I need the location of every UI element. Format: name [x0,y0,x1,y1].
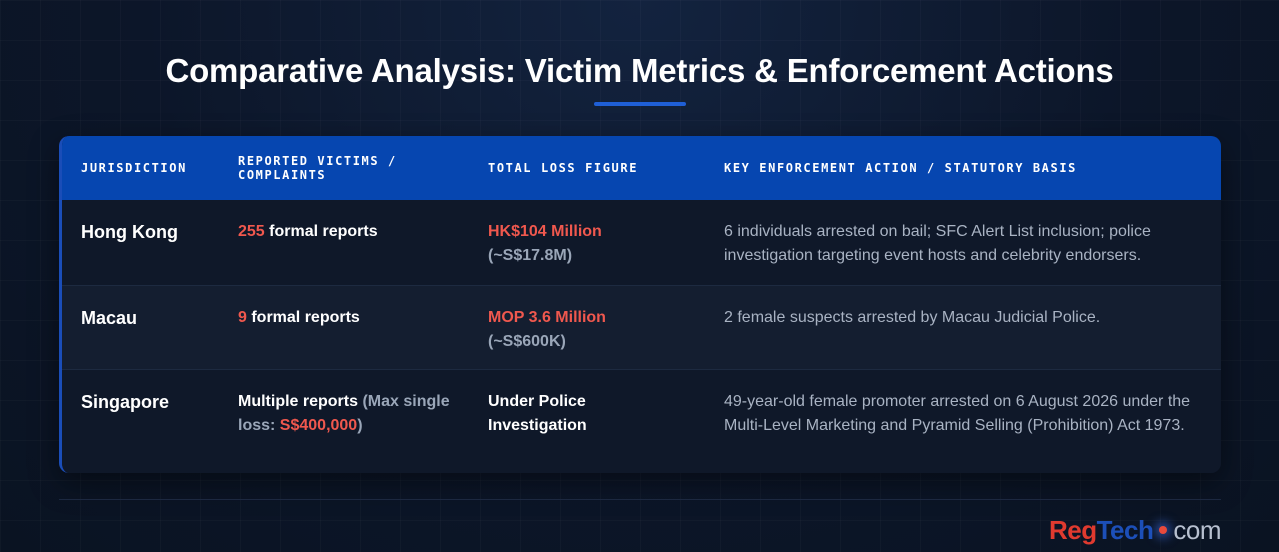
header-victims-line2: COMPLAINTS [238,168,327,182]
header-reported-victims: REPORTED VICTIMS / COMPLAINTS [238,154,468,182]
victims-cell: 9 formal reports [238,286,468,330]
victims-count: 255 [238,223,265,240]
header-total-loss: TOTAL LOSS FIGURE [488,161,639,175]
logo-com: com [1173,515,1221,545]
victims-note-close: ) [357,417,363,434]
regtech-logo: Reg Tech com [1048,515,1222,546]
loss-secondary: (~S$17.8M) [488,247,573,264]
table-row: Singapore Multiple reports (Max single l… [62,369,1221,473]
victims-text: formal reports [264,223,378,240]
loss-cell: MOP 3.6 Million (~S$600K) [488,286,688,354]
loss-cell: Under Police Investigation [488,393,587,434]
footer-divider [59,499,1221,500]
loss-primary: HK$104 Million [488,223,602,240]
action-cell: 6 individuals arrested on bail; SFC Aler… [724,223,1151,264]
action-cell: 49-year-old female promoter arrested on … [724,393,1191,434]
victims-cell: 255 formal reports [238,200,468,244]
title-underline [594,102,686,106]
loss-secondary: (~S$600K) [488,333,566,350]
victims-cell: Multiple reports (Max single loss: S$400… [238,370,468,438]
header-victims-line1: REPORTED VICTIMS / [238,154,397,168]
header-enforcement-action: KEY ENFORCEMENT ACTION / STATUTORY BASIS [724,161,1077,175]
comparison-table: JURISDICTION REPORTED VICTIMS / COMPLAIN… [59,136,1221,473]
page-title: Comparative Analysis: Victim Metrics & E… [165,52,1114,89]
action-cell: 2 female suspects arrested by Macau Judi… [724,309,1101,326]
victims-text: formal reports [246,309,360,326]
table-row: Hong Kong 255 formal reports HK$104 Mill… [62,200,1221,285]
victims-count: 9 [238,309,247,326]
jurisdiction-cell: Macau [81,308,138,328]
table-row: Macau 9 formal reports MOP 3.6 Million (… [62,285,1221,369]
logo-dot-icon [1159,525,1168,534]
logo-reg: Reg [1048,515,1097,545]
logo-tech: Tech [1096,515,1154,545]
jurisdiction-cell: Singapore [81,392,170,412]
loss-cell: HK$104 Million (~S$17.8M) [488,200,688,268]
victims-note-amount: S$400,000 [279,417,358,434]
victims-text: Multiple reports [238,393,359,410]
jurisdiction-cell: Hong Kong [81,222,178,242]
header-jurisdiction: JURISDICTION [81,161,187,175]
table-header: JURISDICTION REPORTED VICTIMS / COMPLAIN… [62,136,1221,200]
loss-primary: MOP 3.6 Million [488,309,606,326]
